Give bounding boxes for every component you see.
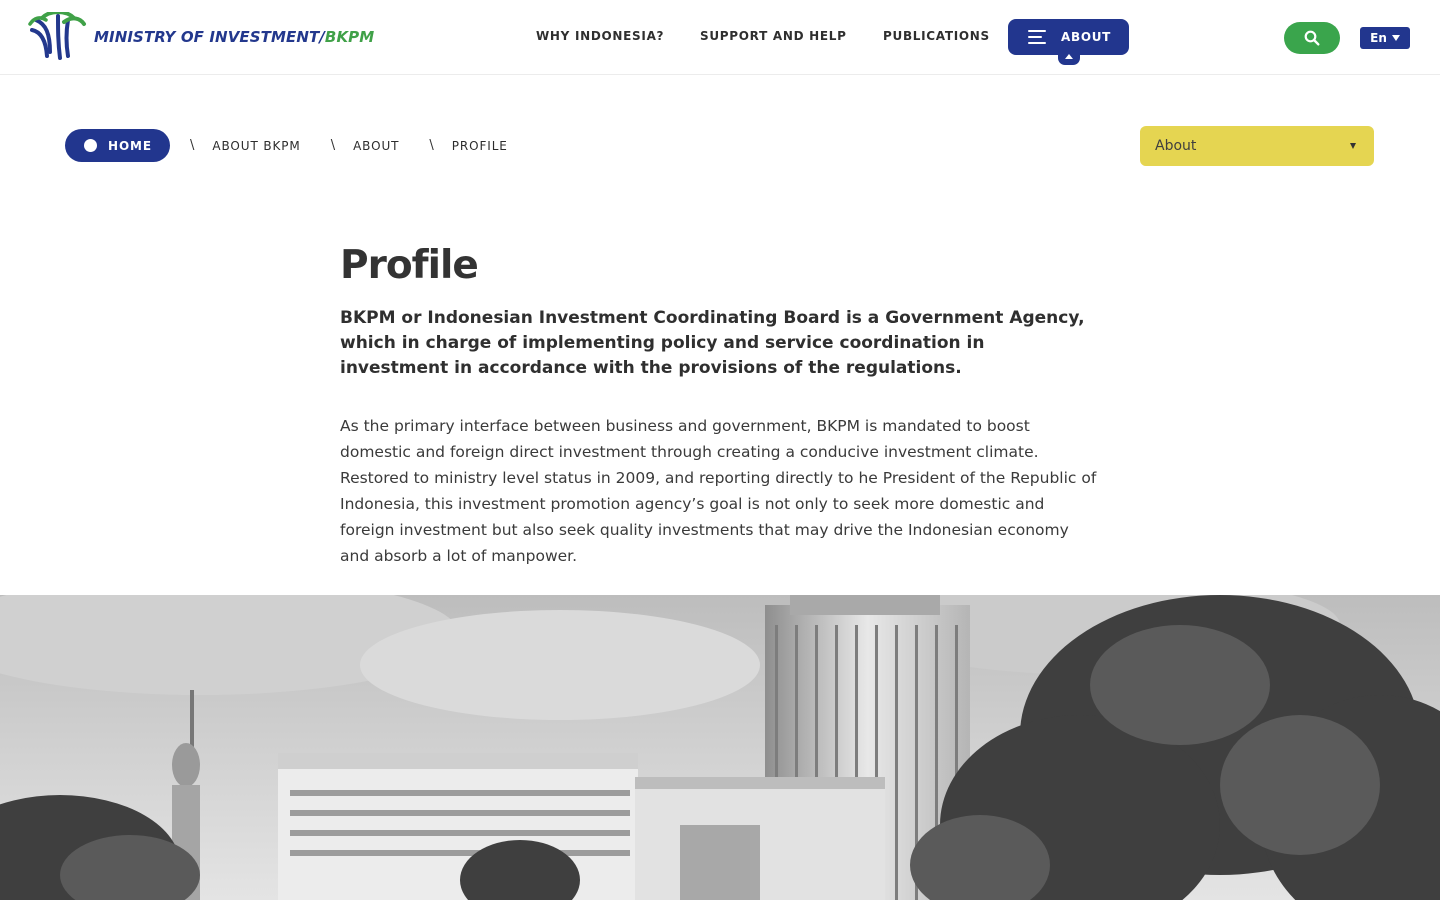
section-select-value: About: [1155, 138, 1197, 154]
breadcrumb-home-label: HOME: [108, 138, 152, 153]
language-label: En: [1370, 31, 1387, 45]
about-menu-indicator: [1058, 50, 1080, 65]
nav-publications[interactable]: PUBLICATIONS: [883, 29, 990, 43]
chevron-down-icon: [1391, 35, 1400, 41]
nav-support-and-help[interactable]: SUPPORT AND HELP: [700, 29, 847, 43]
site-header: MINISTRY OF INVESTMENT/BKPM WHY INDONESI…: [0, 0, 1440, 75]
breadcrumb-separator: \: [330, 138, 336, 153]
breadcrumb: HOME \ ABOUT BKPM \ ABOUT \ PROFILE: [65, 129, 508, 162]
chevron-down-icon: [1350, 143, 1356, 149]
section-select[interactable]: About: [1140, 126, 1374, 166]
home-dot-icon: [84, 139, 97, 152]
main-nav: WHY INDONESIA? SUPPORT AND HELP PUBLICAT…: [0, 0, 1440, 75]
nav-why-indonesia[interactable]: WHY INDONESIA?: [536, 29, 664, 43]
breadcrumb-about-bkpm[interactable]: ABOUT BKPM: [212, 139, 300, 153]
breadcrumb-home[interactable]: HOME: [65, 129, 170, 162]
building-photo-image: [0, 595, 1440, 900]
breadcrumb-separator: \: [190, 138, 195, 153]
search-button[interactable]: [1284, 22, 1340, 54]
building-photo: [0, 595, 1440, 900]
breadcrumb-separator: \: [429, 138, 434, 153]
breadcrumb-about[interactable]: ABOUT: [353, 139, 399, 153]
breadcrumb-profile: PROFILE: [451, 138, 508, 153]
body-paragraph: As the primary interface between busines…: [340, 417, 1097, 565]
lead-paragraph: BKPM or Indonesian Investment Coordinati…: [340, 308, 1085, 378]
page-title: Profile: [340, 243, 479, 288]
language-selector[interactable]: En: [1360, 27, 1410, 49]
about-menu-label: ABOUT: [1061, 30, 1112, 44]
search-icon: [1304, 30, 1320, 46]
main-content: Profile BKPM or Indonesian Investment Co…: [340, 238, 1100, 569]
hamburger-menu-icon: [1028, 30, 1046, 44]
